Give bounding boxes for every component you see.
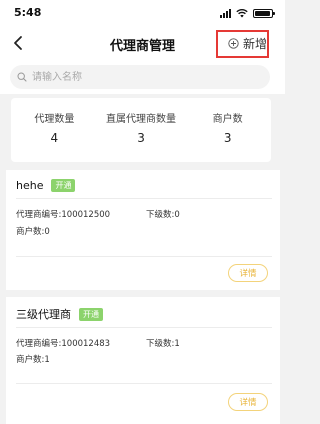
stat-value: 3 <box>223 131 232 145</box>
agent-card-header: 三级代理商 开通 <box>16 306 103 322</box>
agent-code: 代理商编号:100012483 <box>16 337 110 349</box>
divider <box>16 327 272 328</box>
agent-name: hehe <box>16 179 44 192</box>
sub-count-value: 0 <box>174 210 180 220</box>
agent-card[interactable]: hehe 开通 代理商编号:100012500 下级数:0 商户数:0 详情 <box>6 170 280 290</box>
merchant-count-label: 商户数: <box>16 355 45 365</box>
agent-card[interactable]: 三级代理商 开通 代理商编号:100012483 下级数:1 商户数:1 详情 <box>6 297 280 424</box>
stat-value: 3 <box>137 131 145 145</box>
status-bar: 5:48 <box>0 0 285 26</box>
agent-code-label: 代理商编号: <box>16 339 62 349</box>
stat-label: 直属代理商数量 <box>106 114 176 125</box>
agent-name: 三级代理商 <box>16 308 71 321</box>
status-badge: 开通 <box>51 179 76 192</box>
divider <box>16 256 272 257</box>
status-time: 5:48 <box>14 6 42 19</box>
search-input[interactable] <box>30 70 234 84</box>
cellular-signal-icon <box>220 8 231 18</box>
agent-code: 代理商编号:100012500 <box>16 208 110 220</box>
wifi-icon <box>236 8 248 18</box>
detail-button[interactable]: 详情 <box>228 264 268 282</box>
search-icon <box>17 72 27 82</box>
system-icons <box>220 7 275 19</box>
stat-value: 4 <box>50 131 59 145</box>
merchant-count-label: 商户数: <box>16 227 45 237</box>
status-badge: 开通 <box>79 307 103 321</box>
merchant-count: 商户数:1 <box>16 353 50 365</box>
stat-label: 商户数 <box>212 114 243 125</box>
stat-merchant-count: 商户数 3 <box>184 98 271 162</box>
agent-code-value: 100012500 <box>61 210 111 220</box>
divider <box>16 383 272 384</box>
sub-count: 下级数:0 <box>146 208 180 220</box>
merchant-count-value: 0 <box>44 227 50 237</box>
search-bar[interactable] <box>10 65 270 89</box>
sub-count-label: 下级数: <box>146 339 175 349</box>
stats-panel: 代理数量 4 直属代理商数量 3 商户数 3 <box>11 98 271 162</box>
battery-icon <box>253 8 275 18</box>
detail-button[interactable]: 详情 <box>228 393 268 411</box>
agent-code-label: 代理商编号: <box>16 210 62 220</box>
sub-count: 下级数:1 <box>146 337 180 349</box>
stat-agent-count: 代理数量 4 <box>11 98 98 162</box>
divider <box>16 198 272 199</box>
merchant-count: 商户数:0 <box>16 225 50 237</box>
agent-code-value: 100012483 <box>61 339 111 349</box>
merchant-count-value: 1 <box>44 355 50 365</box>
agent-card-header: hehe 开通 <box>16 179 76 192</box>
search-section <box>0 62 285 94</box>
sub-count-label: 下级数: <box>146 210 175 220</box>
stat-label: 代理数量 <box>34 114 75 125</box>
sub-count-value: 1 <box>174 339 180 349</box>
navigation-bar: 代理商管理 新增 <box>0 26 285 62</box>
stat-direct-agent-count: 直属代理商数量 3 <box>98 98 185 162</box>
highlight-box <box>216 30 269 58</box>
